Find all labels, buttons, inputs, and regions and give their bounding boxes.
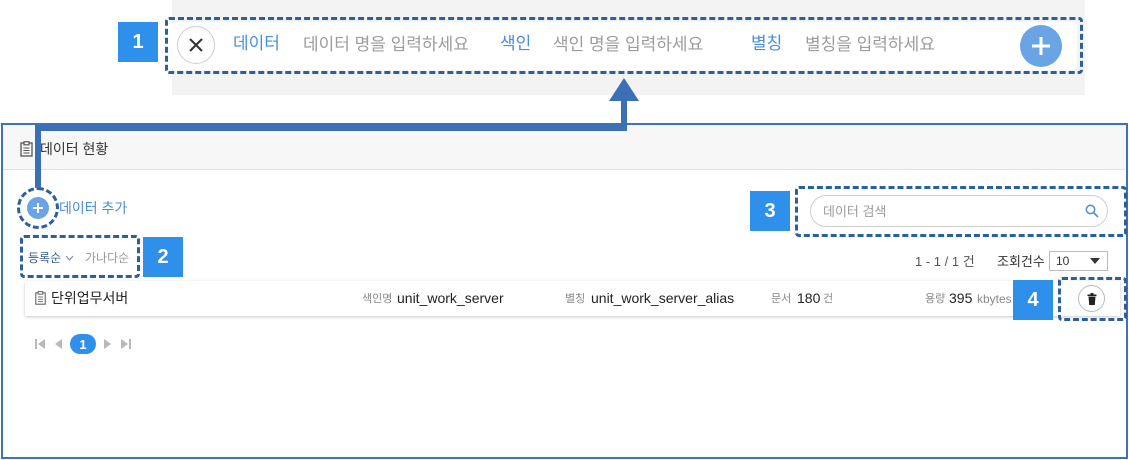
add-data-confirm-button[interactable] [1020, 25, 1062, 67]
panel-header [3, 125, 1126, 170]
data-search-input[interactable] [810, 195, 1108, 227]
panel-title: 데이터 현황 [40, 141, 109, 157]
callout-3-badge: 3 [750, 191, 790, 231]
add-data-label[interactable]: 데이터 추가 [59, 200, 127, 217]
row-alias-value: unit_work_server_alias [591, 290, 735, 306]
sort-alphabetical-option[interactable]: 가나다순 [85, 251, 129, 265]
callout-4-badge: 4 [1013, 280, 1053, 320]
row-data-name[interactable]: 단위업무서버 [51, 290, 128, 307]
close-button[interactable] [177, 26, 215, 64]
plus-icon [1032, 37, 1050, 55]
callout-1-badge: 1 [118, 22, 158, 62]
index-name-label: 색인 [500, 34, 532, 53]
delete-row-button[interactable] [1078, 285, 1105, 312]
caret-down-icon [1090, 258, 1100, 264]
data-name-input[interactable] [303, 33, 470, 57]
row-doc-unit: 건 [823, 293, 834, 305]
chevron-down-icon[interactable] [65, 255, 74, 261]
next-page-icon[interactable] [101, 338, 113, 350]
add-data-button[interactable] [27, 197, 49, 219]
row-size-value: 395 [949, 290, 973, 306]
callout-2-badge: 2 [143, 237, 183, 277]
page-size-label: 조회건수 [997, 254, 1045, 269]
row-doc-label: 문서 [771, 293, 792, 305]
clipboard-icon [35, 291, 46, 305]
annotated-screenshot: 1 데이터 색인 별칭 데이터 현황 데이터 추가 3 [0, 0, 1129, 460]
page-current[interactable]: 1 [70, 334, 96, 354]
trash-icon [1087, 292, 1096, 305]
page-size-value: 10 [1056, 254, 1070, 268]
row-doc-count: 180 [797, 290, 821, 306]
clipboard-icon [20, 141, 33, 157]
alias-input[interactable] [805, 33, 995, 57]
close-icon [189, 38, 203, 52]
index-name-input[interactable] [553, 33, 733, 57]
alias-label: 별칭 [751, 34, 783, 53]
prev-page-icon[interactable] [53, 338, 65, 350]
data-name-label: 데이터 [233, 34, 280, 53]
plus-icon [33, 203, 43, 213]
last-page-icon[interactable] [120, 338, 132, 350]
row-index-label: 색인명 [362, 293, 393, 305]
row-alias-label: 별칭 [565, 293, 586, 305]
sort-registered-option[interactable]: 등록순 [28, 251, 61, 265]
first-page-icon[interactable] [34, 338, 46, 350]
row-size-label: 용량 [925, 293, 946, 305]
row-size-unit: kbytes [977, 292, 1012, 306]
search-icon[interactable] [1085, 204, 1099, 218]
result-range: 1 - 1 / 1 건 [915, 254, 975, 269]
page-size-select[interactable]: 10 [1049, 251, 1108, 271]
row-index-value: unit_work_server [397, 290, 504, 306]
